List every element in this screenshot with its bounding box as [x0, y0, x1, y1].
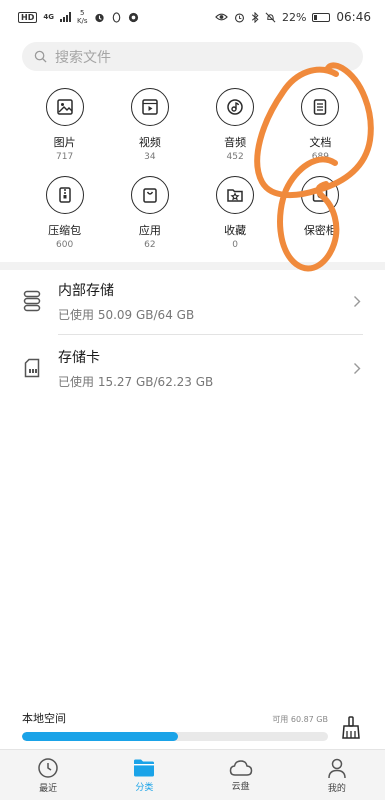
category-label: 视频	[138, 136, 161, 149]
category-label: 收藏	[224, 224, 247, 237]
category-safe[interactable]: 保密柜	[278, 176, 363, 250]
category-count: 452	[226, 152, 244, 162]
net-speed: 5 K/s	[77, 9, 88, 25]
safe-icon	[301, 176, 340, 214]
shopping-bag-icon	[130, 176, 169, 214]
category-count: 600	[56, 240, 74, 250]
search-placeholder: 搜索文件	[55, 49, 111, 66]
storage-usage: 已使用 15.27 GB/62.23 GB	[58, 374, 214, 389]
broom-icon	[342, 716, 360, 739]
category-count: 0	[232, 240, 238, 250]
signal-icon	[59, 12, 71, 22]
storage-progress-fill	[22, 732, 179, 741]
nav-categories[interactable]: 分类	[96, 750, 192, 800]
nav-recent[interactable]: 最近	[0, 750, 96, 800]
nav-label: 我的	[327, 783, 346, 794]
category-favorites[interactable]: 收藏 0	[193, 176, 278, 250]
network-type: 4G	[43, 13, 54, 21]
status-bar: HD 4G 5 K/s 22% 06:46	[0, 0, 385, 34]
storage-title: 内部存储	[58, 282, 114, 299]
eye-icon	[215, 13, 228, 21]
storage-usage: 已使用 50.09 GB/64 GB	[58, 307, 195, 322]
category-count: 689	[311, 152, 329, 162]
local-space-available: 可用 60.87 GB	[272, 715, 328, 724]
category-documents[interactable]: 文档 689	[278, 88, 363, 162]
audio-icon	[216, 88, 255, 126]
search-icon	[34, 50, 47, 63]
category-label: 音频	[224, 136, 247, 149]
category-count: 717	[56, 152, 74, 162]
nav-me[interactable]: 我的	[289, 750, 385, 800]
image-icon	[45, 88, 84, 126]
category-label: 文档	[309, 136, 332, 149]
qq-icon	[112, 11, 120, 23]
search-bar[interactable]: 搜索文件	[22, 42, 363, 71]
nav-label: 最近	[39, 783, 58, 794]
category-label: 应用	[138, 224, 161, 237]
battery-icon	[312, 12, 331, 22]
category-grid: 图片 717 视频 34 音频 452 文档 689 压缩包 600 应用 62	[22, 88, 363, 250]
battery-percent: 22%	[281, 10, 307, 24]
bottom-navigation: 最近 分类 云盘 我的	[0, 749, 385, 800]
nav-label: 云盘	[231, 781, 250, 792]
video-icon	[130, 88, 169, 126]
document-icon	[301, 88, 340, 126]
category-label: 保密柜	[303, 224, 337, 237]
cleanup-button[interactable]	[340, 716, 362, 744]
alarm-icon	[234, 12, 244, 22]
folder-icon	[134, 759, 155, 776]
cloud-icon	[229, 759, 252, 776]
local-space-panel: 本地空间 可用 60.87 GB	[22, 710, 328, 741]
net-speed-value: 5	[80, 9, 85, 17]
storage-title: 存储卡	[58, 349, 100, 366]
category-archives[interactable]: 压缩包 600	[22, 176, 107, 250]
category-images[interactable]: 图片 717	[22, 88, 107, 162]
internal-storage-item[interactable]: 内部存储 已使用 50.09 GB/64 GB	[0, 268, 385, 334]
zip-icon	[45, 176, 84, 214]
chevron-right-icon	[354, 295, 361, 307]
category-label: 图片	[53, 136, 76, 149]
category-label: 压缩包	[48, 224, 82, 237]
category-audio[interactable]: 音频 452	[193, 88, 278, 162]
alarm-app-icon	[94, 13, 104, 22]
category-count: 34	[144, 152, 156, 162]
bluetooth-icon	[251, 11, 259, 23]
clock-icon	[38, 757, 58, 778]
hd-indicator: HD	[18, 11, 38, 23]
user-icon	[328, 758, 346, 778]
storage-progress-bar	[22, 732, 328, 741]
sd-card-item[interactable]: 存储卡 已使用 15.27 GB/62.23 GB	[0, 335, 385, 401]
nav-cloud[interactable]: 云盘	[193, 750, 289, 800]
chevron-right-icon	[354, 362, 361, 374]
local-space-title: 本地空间	[22, 712, 66, 725]
nav-label: 分类	[135, 782, 154, 793]
sd-card-icon	[21, 358, 43, 378]
category-apps[interactable]: 应用 62	[107, 176, 192, 250]
clock: 06:46	[336, 10, 371, 24]
app-notification-icon	[128, 12, 138, 22]
star-folder-icon	[216, 176, 255, 214]
net-speed-unit: K/s	[76, 17, 88, 25]
category-count: 62	[144, 240, 156, 250]
server-storage-icon	[21, 290, 43, 312]
category-videos[interactable]: 视频 34	[107, 88, 192, 162]
mute-icon	[265, 12, 276, 22]
